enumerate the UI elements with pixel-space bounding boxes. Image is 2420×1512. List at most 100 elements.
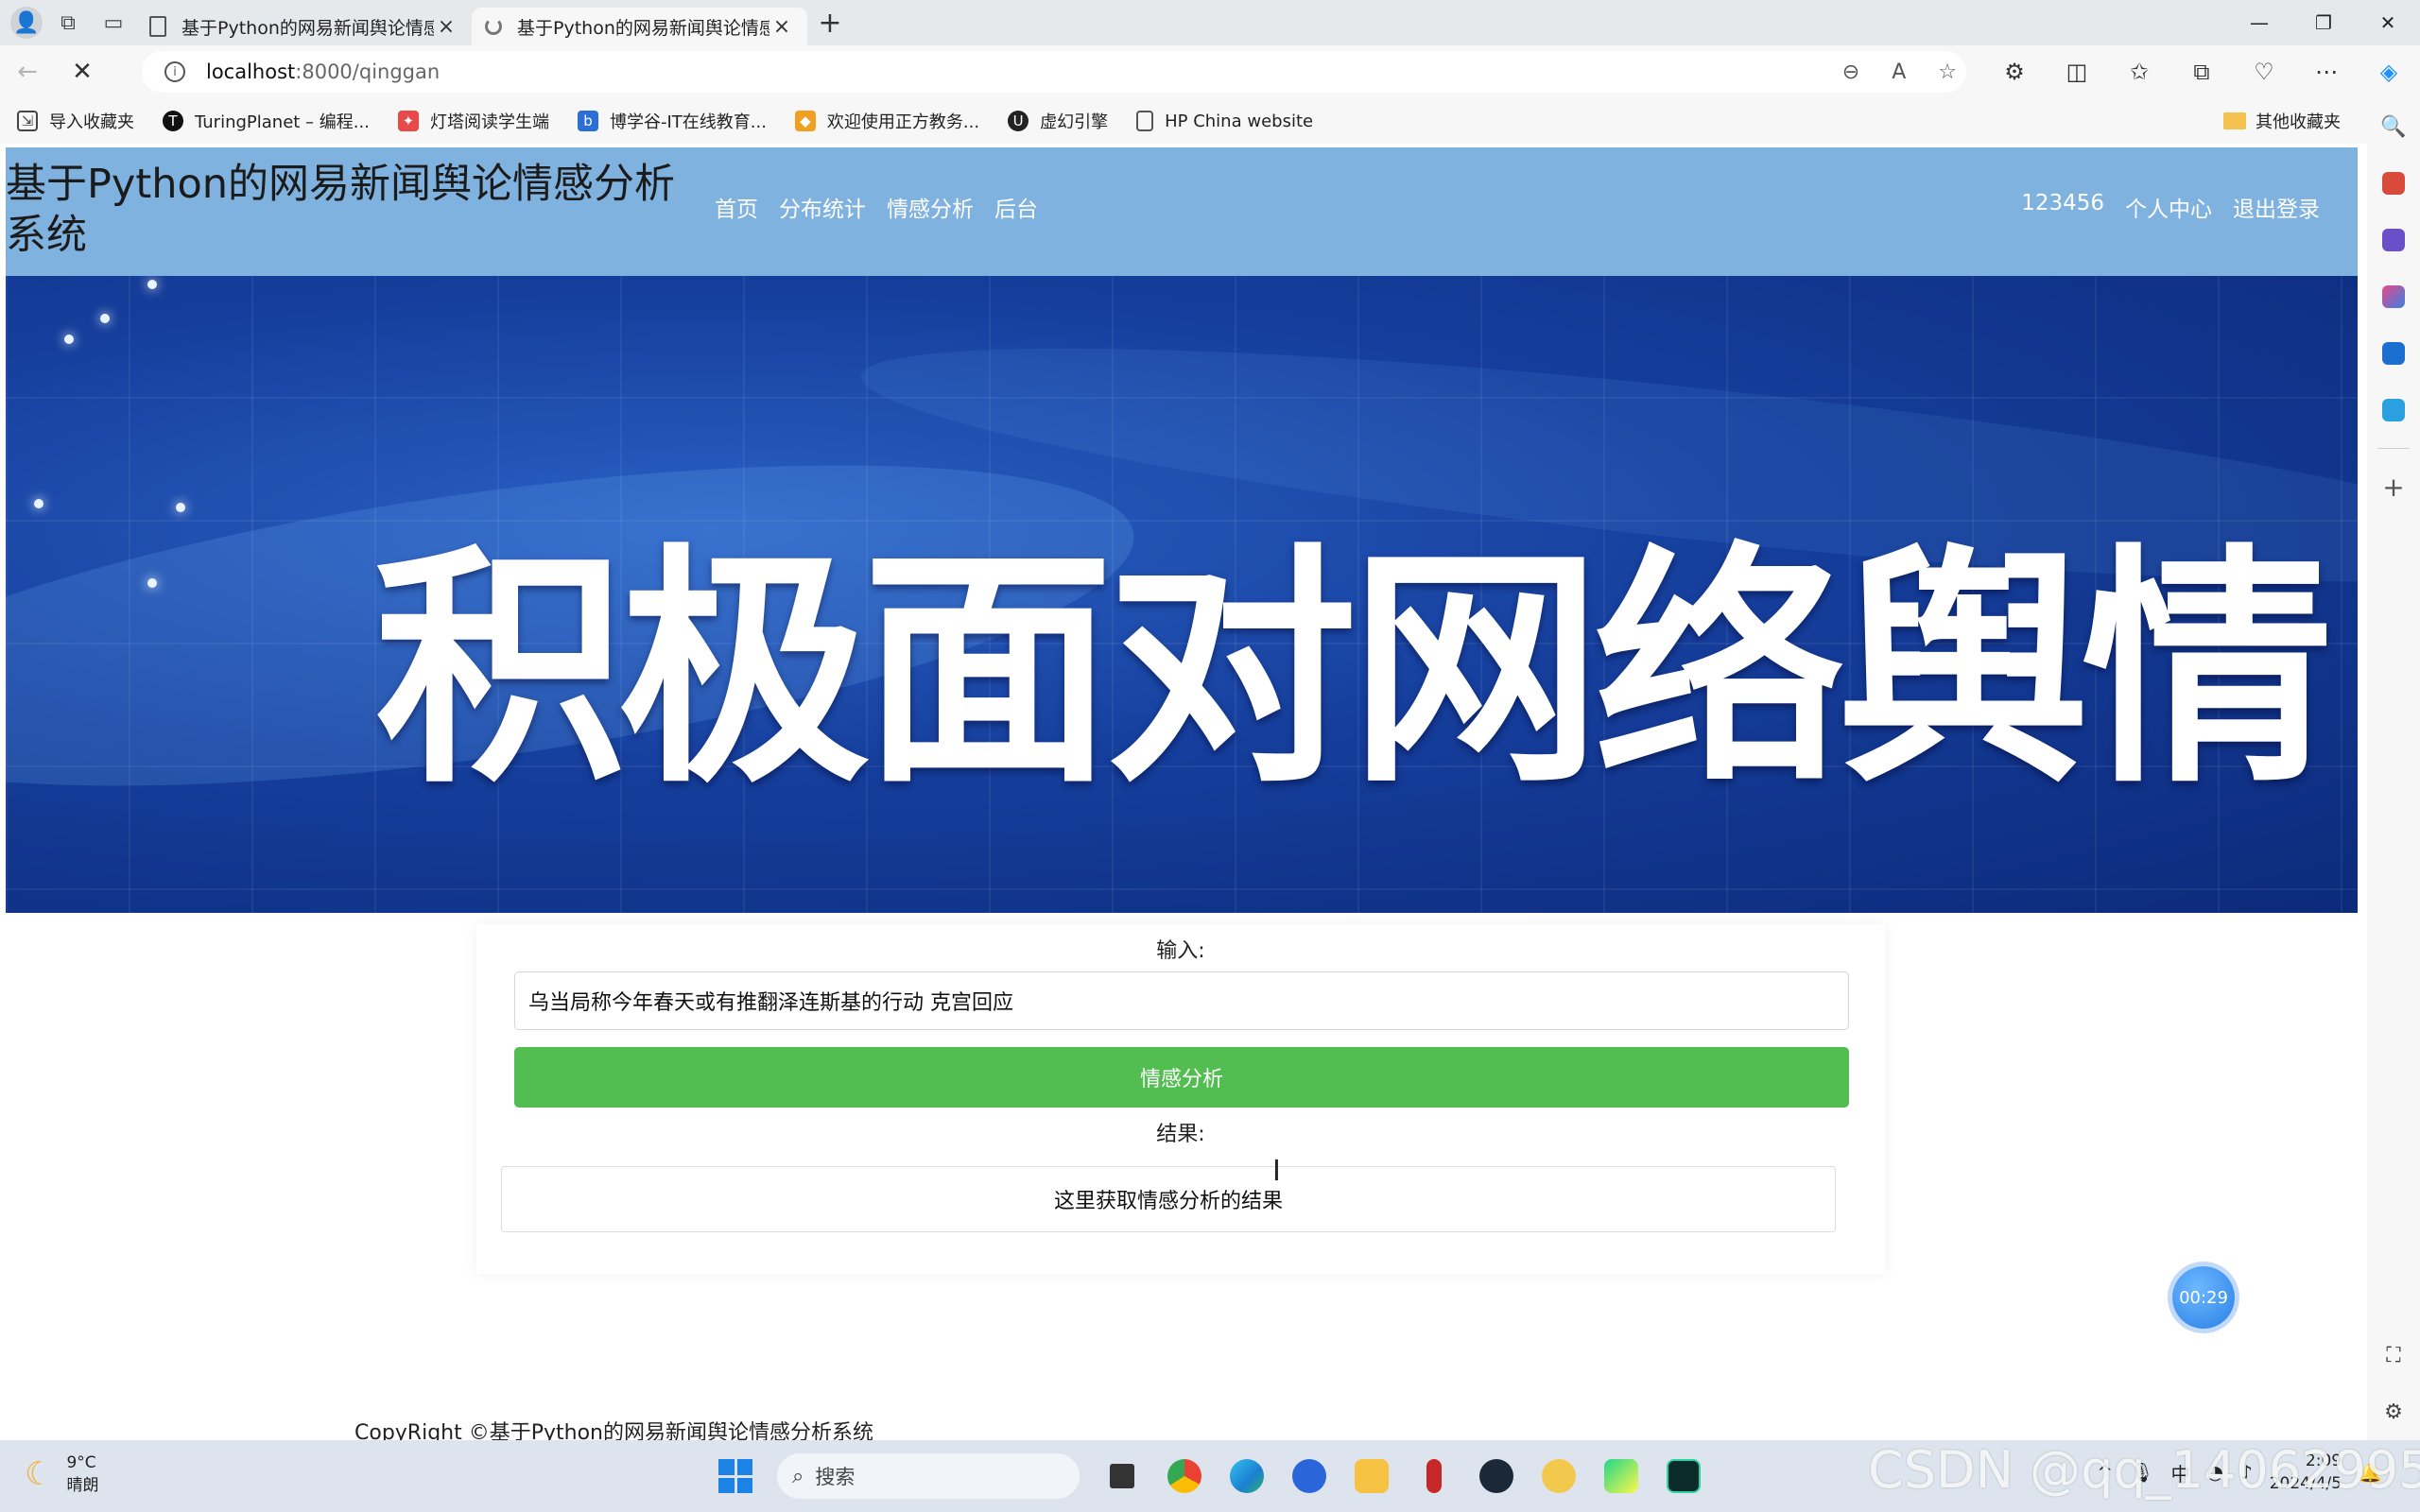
favorite-star-icon[interactable]: ☆ (1938, 60, 1957, 84)
pycharm-icon[interactable] (1596, 1451, 1647, 1502)
back-button[interactable]: ← (0, 45, 55, 98)
browser-essentials-icon[interactable]: ♡ (2233, 45, 2295, 98)
screenshot-icon[interactable]: ⛶ (2367, 1327, 2420, 1383)
url-host: localhost (206, 60, 296, 83)
favorites-icon[interactable]: ✩ (2108, 45, 2170, 98)
file-explorer-icon[interactable] (1346, 1451, 1397, 1502)
browser-tab-1[interactable]: 基于Python的网易新闻舆论情感 × (136, 8, 472, 45)
star-decoration (100, 314, 110, 323)
weather-widget[interactable]: ☾ 9°C 晴朗 (25, 1452, 98, 1497)
site-info-icon[interactable]: i (164, 61, 185, 82)
logout-link[interactable]: 退出登录 (2233, 191, 2320, 223)
bookmark-item[interactable]: ✦ 灯塔阅读学生端 (397, 109, 549, 133)
footer-copyright: CopyRight ©基于Python的网易新闻舆论情感分析系统 (354, 1421, 873, 1440)
microsoft365-icon[interactable] (2367, 268, 2420, 325)
star-decoration (34, 499, 43, 508)
browser-tab-bar: 👤 ⧉ ▭ 基于Python的网易新闻舆论情感 × 基于Python的网易新闻舆… (0, 0, 2420, 45)
analyze-sentiment-button[interactable]: 情感分析 (514, 1047, 1849, 1108)
loading-spinner-icon (485, 18, 502, 35)
bookmark-item[interactable]: ◆ 欢迎使用正方教务... (794, 109, 980, 133)
bookmark-item[interactable]: T TuringPlanet – 编程... (163, 109, 370, 133)
vertical-tabs-icon[interactable]: ▭ (91, 0, 136, 45)
app-yellow-icon[interactable] (1533, 1451, 1584, 1502)
main-menu: 首页 分布统计 情感分析 后台 (715, 191, 1038, 223)
search-icon: ⌕ (792, 1464, 804, 1488)
page-icon (149, 16, 166, 37)
close-window-button[interactable]: ✕ (2356, 0, 2420, 45)
site-title: 基于Python的网易新闻舆论情感分析系统 (6, 161, 676, 259)
close-tab-icon[interactable]: × (769, 15, 794, 39)
new-tab-button[interactable]: + (807, 0, 853, 45)
restore-button[interactable]: ❐ (2291, 0, 2356, 45)
csdn-watermark: CSDN @qq_1406299528 (1868, 1440, 2420, 1500)
read-aloud-icon[interactable]: A (1892, 60, 1906, 84)
news-text-input[interactable] (514, 971, 1849, 1030)
terminal-app-icon[interactable] (1658, 1451, 1709, 1502)
bookmark-item[interactable]: U 虚幻引擎 (1008, 109, 1108, 133)
star-decoration (176, 503, 185, 512)
star-decoration (147, 280, 157, 289)
page-viewport: 基于Python的网易新闻舆论情感分析系统 首页 分布统计 情感分析 后台 12… (0, 144, 2363, 1440)
unreal-icon: U (1008, 111, 1029, 131)
user-menu: 123456 个人中心 退出登录 (2021, 191, 2320, 223)
menu-item-admin[interactable]: 后台 (994, 191, 1038, 223)
stop-loading-button[interactable]: ✕ (55, 45, 110, 98)
extensions-icon[interactable]: ⚙ (1983, 45, 2046, 98)
import-icon: ⇲ (17, 111, 38, 131)
task-view-icon[interactable] (1097, 1451, 1148, 1502)
app-red-icon[interactable] (1409, 1451, 1460, 1502)
bookmark-label: 博学谷-IT在线教育... (609, 112, 767, 132)
menu-item-distribution[interactable]: 分布统计 (779, 191, 866, 223)
star-decoration (147, 578, 157, 588)
tools-icon[interactable] (2367, 155, 2420, 212)
split-screen-icon[interactable]: ◫ (2046, 45, 2108, 98)
other-bookmarks[interactable]: 其他收藏夹 (2223, 98, 2341, 144)
zoom-icon[interactable]: ⊖ (1842, 60, 1859, 84)
sidebar-settings-icon[interactable]: ⚙ (2367, 1383, 2420, 1440)
search-sidebar-icon[interactable]: 🔍 (2367, 98, 2420, 155)
bookmark-item[interactable]: ⇲ 导入收藏夹 (17, 109, 134, 133)
input-label: 输入: (1156, 939, 1205, 963)
taskbar-search[interactable]: ⌕ 搜索 (777, 1453, 1080, 1499)
windows-start-icon[interactable] (718, 1459, 752, 1493)
url-path: :8000/qinggan (295, 60, 441, 83)
close-tab-icon[interactable]: × (434, 15, 458, 39)
address-toolbar: ← ✕ i localhost:8000/qinggan ⊖ A ☆ ⚙ ◫ ✩… (0, 45, 2420, 98)
star-decoration (64, 335, 74, 344)
username-link[interactable]: 123456 (2021, 191, 2104, 223)
browser-tab-2[interactable]: 基于Python的网易新闻舆论情感 × (472, 8, 807, 45)
workspaces-icon[interactable]: ⧉ (45, 0, 91, 45)
address-bar[interactable]: i localhost:8000/qinggan ⊖ A ☆ (142, 51, 1966, 93)
text-cursor-icon: I (1272, 1155, 1281, 1188)
zhengfang-icon: ◆ (794, 111, 816, 131)
weather-desc: 晴朗 (66, 1476, 99, 1495)
copilot-icon[interactable]: ◈ (2358, 45, 2420, 98)
result-output: 这里获取情感分析的结果 (501, 1166, 1836, 1232)
menu-item-home[interactable]: 首页 (715, 191, 758, 223)
bookmark-label: 灯塔阅读学生端 (429, 112, 549, 132)
bookmark-label: HP China website (1165, 111, 1314, 131)
outlook-icon[interactable] (2367, 325, 2420, 382)
folder-icon (2223, 112, 2246, 129)
page-icon (1136, 111, 1154, 131)
result-label: 结果: (1156, 1123, 1205, 1146)
more-menu-icon[interactable]: ⋯ (2295, 45, 2358, 98)
browser-app-icon[interactable] (1284, 1451, 1335, 1502)
bookmark-item[interactable]: HP China website (1136, 111, 1313, 131)
edge-icon[interactable] (1221, 1451, 1272, 1502)
drop-icon[interactable] (2367, 382, 2420, 438)
profile-button[interactable]: 👤 (0, 0, 45, 45)
minimize-button[interactable]: — (2227, 0, 2291, 45)
add-sidebar-app-icon[interactable]: + (2367, 458, 2420, 515)
menu-item-sentiment[interactable]: 情感分析 (887, 191, 974, 223)
collections-icon[interactable]: ⧉ (2170, 45, 2233, 98)
edge-sidebar: 🔍 + ⛶ ⚙ (2367, 98, 2420, 1440)
steam-icon[interactable] (1471, 1451, 1522, 1502)
bookmark-label: 欢迎使用正方教务... (826, 112, 980, 132)
bookmark-item[interactable]: b 博学谷-IT在线教育... (577, 109, 767, 133)
turingplanet-icon: T (163, 111, 183, 131)
chrome-icon[interactable] (1159, 1451, 1210, 1502)
recording-timer[interactable]: 00:29 (2172, 1266, 2235, 1329)
games-icon[interactable] (2367, 212, 2420, 268)
profile-link[interactable]: 个人中心 (2125, 191, 2212, 223)
